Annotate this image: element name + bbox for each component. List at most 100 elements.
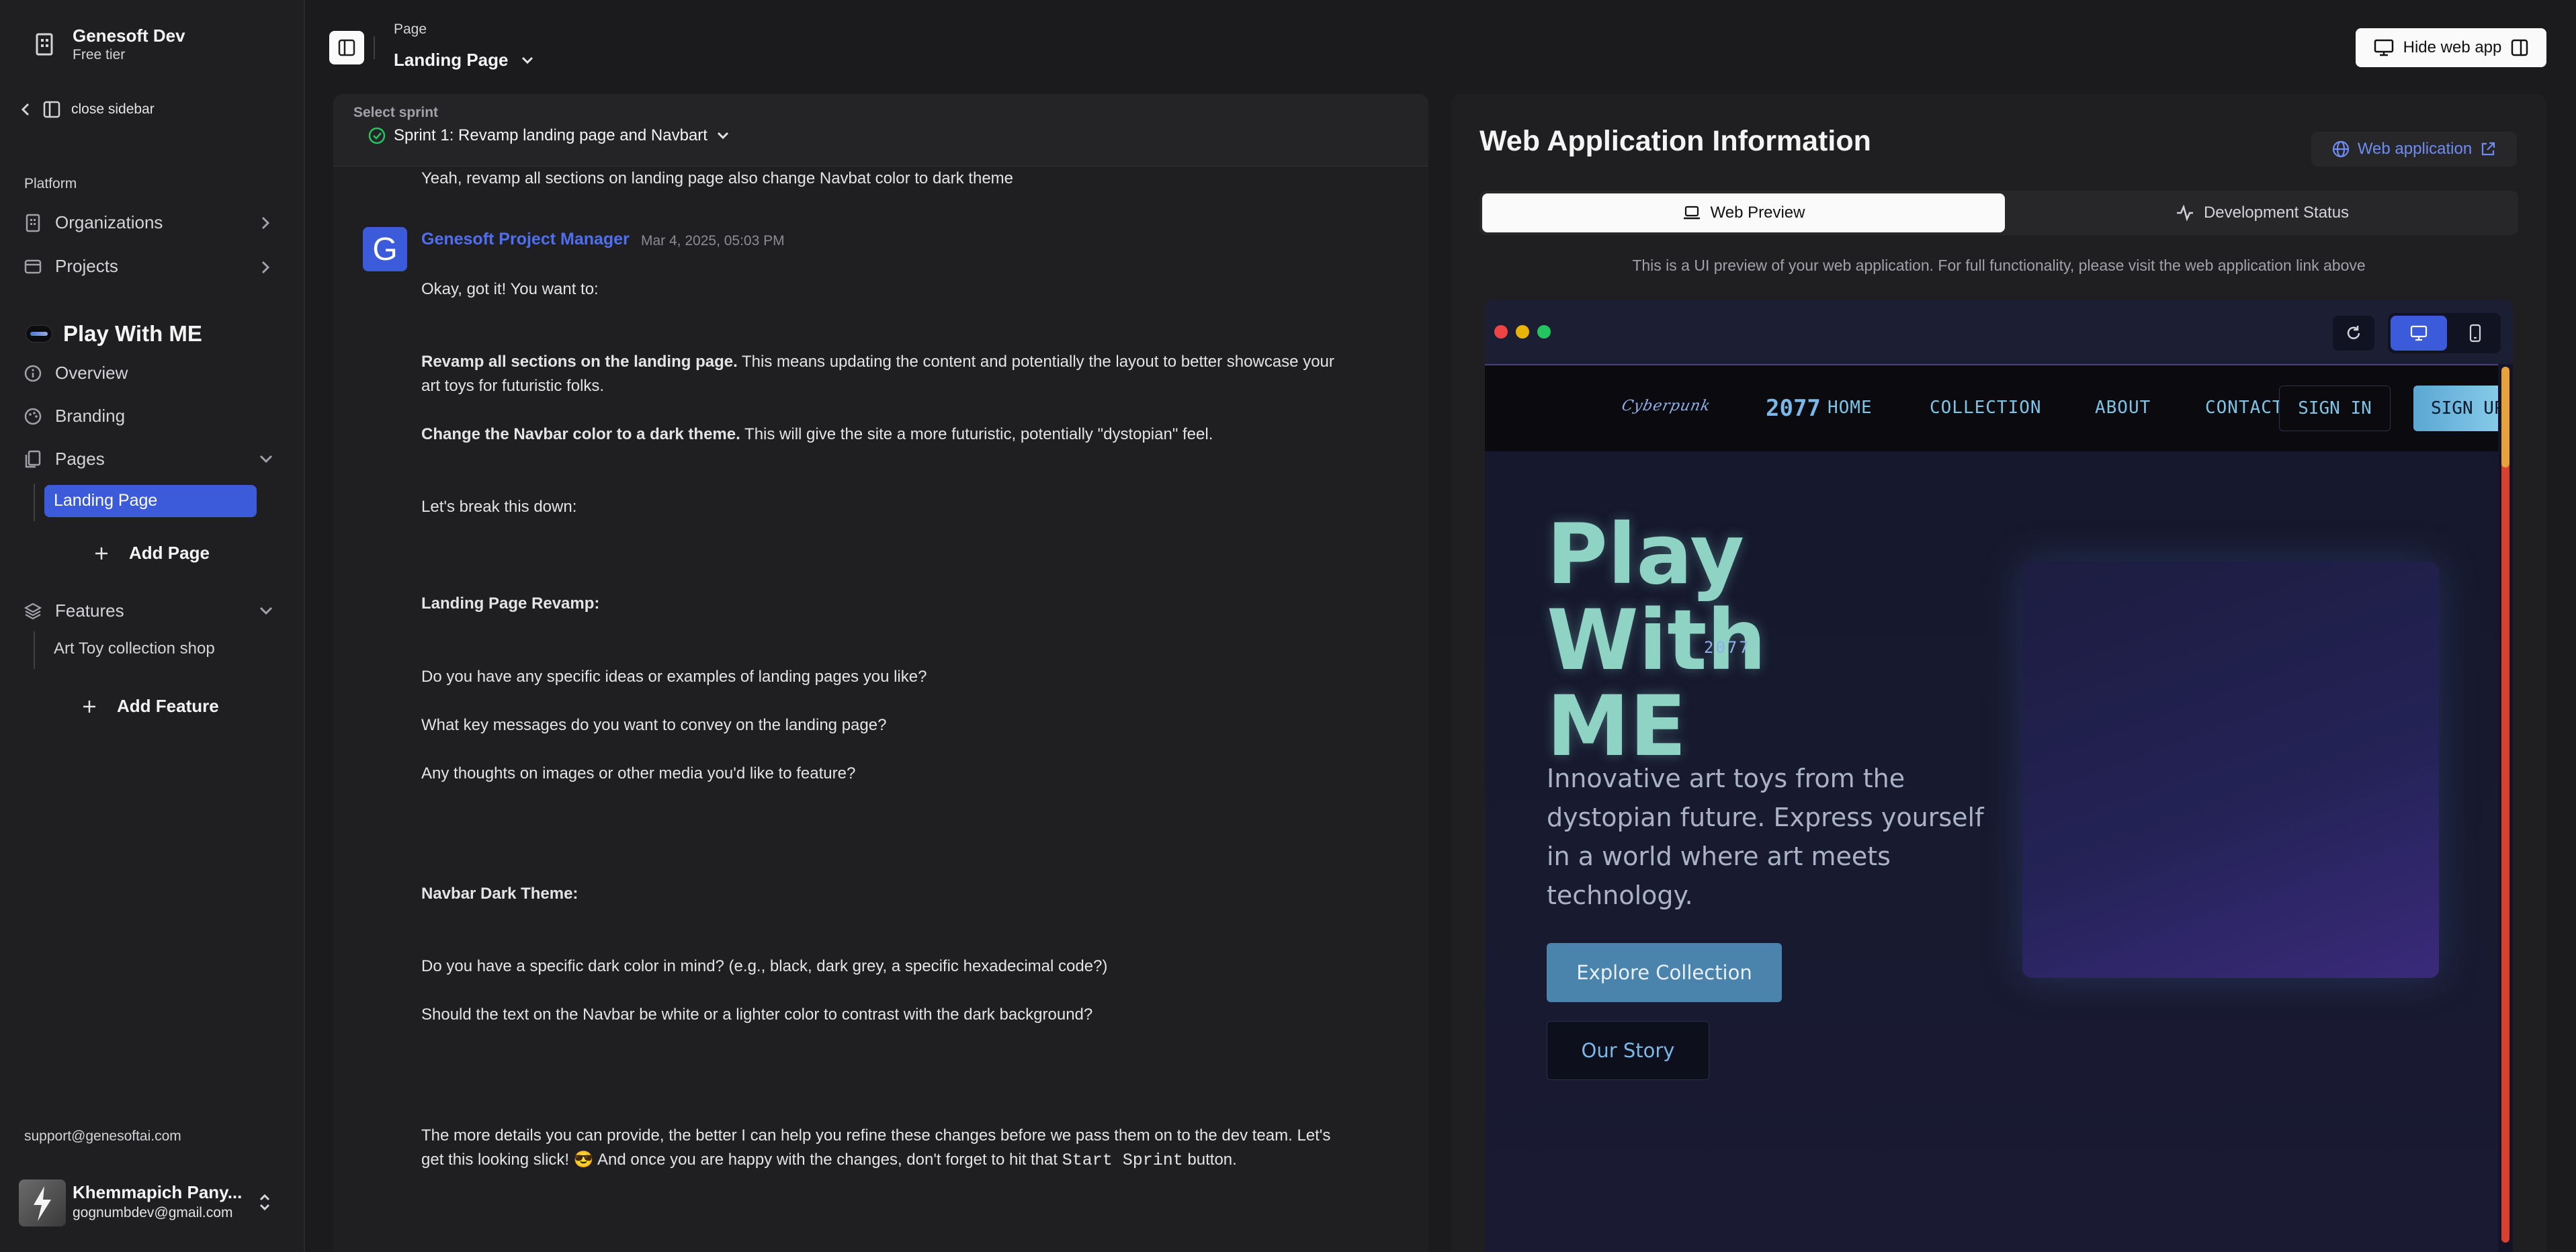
message-text: Let's break this down: (421, 498, 577, 516)
message-bold: Revamp all sections on the landing page. (421, 353, 738, 371)
preview-sign-up-button[interactable]: SIGN UP (2413, 386, 2498, 431)
message-text: Do you have a specific dark color in min… (421, 957, 1108, 975)
chevron-down-icon (259, 455, 273, 463)
message-text: Do you have any specific ideas or exampl… (421, 668, 927, 686)
toggle-sidebar-button[interactable] (329, 31, 364, 64)
preview-explore-button[interactable]: Explore Collection (1547, 943, 1782, 1002)
tab-web-preview-label: Web Preview (1710, 204, 1805, 222)
inline-code: Start Sprint (1062, 1151, 1183, 1170)
sidebar-item-pages[interactable]: Pages (24, 449, 105, 470)
message-heading: Navbar Dark Theme: (421, 885, 578, 903)
add-feature-button[interactable]: Add Feature (82, 696, 219, 717)
preview-hero-sup: 2077 (1704, 638, 1751, 657)
globe-icon (2332, 140, 2349, 158)
preview-scrollbar[interactable] (2498, 364, 2513, 1252)
device-toggle (2388, 313, 2501, 353)
message-text: Revamp all sections on the landing page.… (421, 350, 1396, 374)
refresh-button[interactable] (2333, 316, 2374, 351)
files-icon (25, 450, 41, 467)
laptop-icon (1683, 206, 1700, 220)
tab-web-preview[interactable]: Web Preview (1482, 193, 2005, 232)
sidebar-item-landing-page[interactable]: Landing Page (44, 485, 257, 517)
tab-development-status[interactable]: Development Status (2009, 193, 2516, 232)
close-sidebar-button[interactable]: close sidebar (19, 101, 155, 118)
page-select[interactable]: Landing Page (394, 50, 535, 71)
assistant-avatar: G (363, 227, 407, 271)
window-close-dot[interactable] (1494, 325, 1508, 339)
message-text: What key messages do you want to convey … (421, 716, 887, 734)
preview-our-story-button[interactable]: Our Story (1547, 1021, 1709, 1080)
folder-icon (24, 259, 42, 273)
hero-line: ME (1547, 678, 1687, 775)
preview-note: This is a UI preview of your web applica… (1632, 257, 2366, 274)
add-feature-label: Add Feature (117, 696, 219, 716)
org-name[interactable]: Genesoft Dev (73, 26, 185, 46)
activity-icon (2176, 205, 2193, 221)
avatar (19, 1179, 66, 1226)
monitor-icon (2410, 325, 2428, 341)
scrollbar-track (2501, 367, 2509, 1243)
user-email: gognumbdev@gmail.com (73, 1205, 233, 1220)
sidebar-item-projects[interactable]: Projects (24, 256, 118, 277)
preview-nav-collection[interactable]: COLLECTION (1930, 398, 2042, 418)
external-link-icon (2482, 142, 2495, 156)
sidebar-item-overview[interactable]: Overview (24, 363, 128, 384)
check-circle-icon (368, 127, 386, 144)
web-application-link[interactable]: Web application (2311, 132, 2517, 167)
message-text: get this looking slick! 😎 And once you a… (421, 1148, 1237, 1173)
preview-sign-in-button[interactable]: SIGN IN (2279, 386, 2391, 431)
preview-navbar: Cyberpunk 2077 HOME COLLECTION ABOUT CON… (1485, 364, 2498, 451)
preview-nav-contact[interactable]: CONTACT (2205, 398, 2284, 418)
close-sidebar-label: close sidebar (71, 101, 155, 117)
preview-nav-about[interactable]: ABOUT (2095, 398, 2151, 418)
window-maximize-dot[interactable] (1537, 325, 1551, 339)
sidebar-item-branding[interactable]: Branding (24, 406, 125, 427)
hero-desc-line: Innovative art toys from the (1547, 764, 1905, 793)
refresh-icon (2347, 326, 2360, 339)
overview-label: Overview (55, 363, 128, 383)
tree-line (34, 484, 35, 521)
info-icon (24, 365, 42, 382)
building-icon (34, 32, 55, 56)
chevron-right-icon (261, 216, 270, 230)
mobile-view-button[interactable] (2452, 316, 2498, 351)
add-page-button[interactable]: Add Page (94, 543, 210, 564)
organizations-label: Organizations (55, 212, 163, 232)
sidebar-item-organizations[interactable]: Organizations (24, 212, 280, 233)
features-label: Features (55, 600, 124, 621)
preview-nav-home[interactable]: HOME (1828, 398, 1873, 418)
message-text: This means updating the content and pote… (737, 353, 1334, 371)
org-tier: Free tier (73, 47, 126, 62)
preview-logo[interactable]: Cyberpunk (1620, 398, 1712, 414)
hide-web-app-button[interactable]: Hide web app (2356, 28, 2546, 67)
sidebar-item-feature[interactable]: Art Toy collection shop (54, 639, 215, 658)
sprint-bar: Select sprint Sprint 1: Revamp landing p… (333, 94, 1428, 167)
chevron-right-icon (261, 261, 270, 274)
project-name: Play With ME (63, 321, 202, 346)
sprint-select[interactable]: Sprint 1: Revamp landing page and Navbar… (368, 126, 730, 145)
hero-line: Play (1547, 506, 1745, 603)
hero-desc-line: technology. (1547, 881, 1693, 910)
tree-line (34, 631, 35, 669)
monitor-icon (2374, 39, 2393, 56)
panel-right-icon (2511, 39, 2528, 56)
web-info-title: Web Application Information (1479, 125, 1871, 157)
message-timestamp: Mar 4, 2025, 05:03 PM (641, 233, 785, 249)
smartphone-icon (2469, 324, 2481, 343)
plus-icon (95, 547, 108, 560)
desktop-view-button[interactable] (2391, 316, 2447, 351)
sprint-value: Sprint 1: Revamp landing page and Navbar… (394, 126, 707, 144)
plus-icon (83, 700, 95, 713)
scrollbar-thumb[interactable] (2501, 367, 2509, 467)
user-name[interactable]: Khemmapich Pany... (73, 1182, 242, 1203)
preview-hero-description: Innovative art toys from the dystopian f… (1547, 759, 1983, 915)
message-text: The more details you can provide, the be… (421, 1126, 1331, 1145)
hero-desc-line: in a world where art meets (1547, 842, 1891, 871)
preview-page: Cyberpunk 2077 HOME COLLECTION ABOUT CON… (1485, 364, 2498, 1252)
sprint-label: Select sprint (353, 105, 439, 120)
sidebar-item-features[interactable]: Features (24, 600, 124, 621)
chevrons-up-down-icon[interactable] (258, 1192, 271, 1213)
support-email[interactable]: support@genesoftai.com (24, 1128, 181, 1145)
chevron-left-icon (21, 103, 30, 116)
window-minimize-dot[interactable] (1516, 325, 1529, 339)
